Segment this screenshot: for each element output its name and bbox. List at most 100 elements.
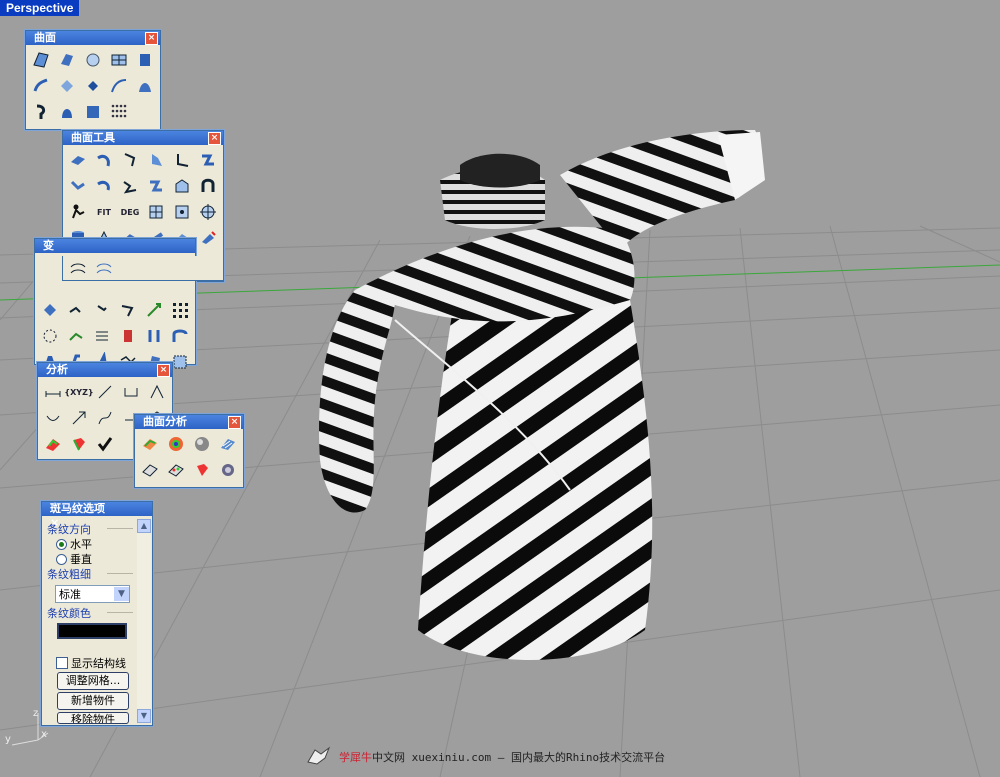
adjust-mesh-button[interactable]: 调整网格... (57, 672, 129, 690)
scroll-up-icon[interactable]: ▲ (137, 519, 151, 533)
extend-surface-icon[interactable] (144, 148, 168, 172)
merge-surface-icon[interactable] (118, 174, 142, 198)
angle-icon[interactable] (145, 380, 169, 404)
sweep2-icon[interactable] (133, 74, 157, 98)
show-structure-checkbox[interactable]: 显示结构线 (56, 655, 126, 671)
length-icon[interactable] (93, 380, 117, 404)
extrude-surface-icon[interactable] (133, 48, 157, 72)
twist-icon[interactable] (142, 324, 166, 348)
revolve-icon[interactable] (29, 100, 53, 124)
thickness-icon[interactable] (190, 458, 214, 482)
rhino-logo-icon (307, 746, 331, 765)
stripe-direction-section: 条纹方向 (47, 521, 135, 537)
transform-toolbar-title[interactable]: 变 (35, 239, 195, 253)
polar-array-icon[interactable] (38, 324, 62, 348)
scroll-down-icon[interactable]: ▼ (137, 709, 151, 723)
chevron-down-icon[interactable]: ▼ (114, 587, 129, 601)
edge-surface-icon[interactable] (55, 48, 79, 72)
point-deviation-icon[interactable] (164, 458, 188, 482)
vertical-radio[interactable]: 垂直 (56, 551, 92, 567)
rotate-icon[interactable] (90, 298, 114, 322)
loft-icon[interactable] (29, 74, 53, 98)
distance-icon[interactable] (41, 380, 65, 404)
connect-surface-icon[interactable] (144, 174, 168, 198)
stripe-thickness-select[interactable]: 标准 ▼ (55, 585, 130, 603)
close-icon[interactable]: × (228, 416, 241, 429)
point-grid-icon[interactable] (107, 100, 131, 124)
analysis-toolbar-title[interactable]: 分析 × (38, 363, 172, 377)
surface-delete-icon[interactable] (196, 226, 220, 250)
color-analysis-icon[interactable] (41, 432, 65, 456)
planar-surface-icon[interactable] (81, 100, 105, 124)
insert-knot-icon[interactable] (144, 200, 168, 224)
grid-surface-icon[interactable] (107, 48, 131, 72)
match-surface-icon[interactable] (196, 148, 220, 172)
zebra-panel-title[interactable]: 斑马纹选项 × (42, 502, 152, 529)
surface-toolbar-title[interactable]: 曲面 × (26, 31, 160, 45)
z-axis-label: z (33, 708, 39, 719)
mirror-icon[interactable] (142, 298, 166, 322)
environment-map-icon[interactable] (190, 432, 214, 456)
check-icon[interactable] (93, 432, 117, 456)
orient-icon[interactable] (64, 324, 88, 348)
remove-knot-icon[interactable] (170, 200, 194, 224)
copy-icon[interactable] (64, 298, 88, 322)
draft-angle-icon[interactable] (164, 432, 188, 456)
scale-icon[interactable] (116, 298, 140, 322)
surface-tools-extra (62, 256, 224, 281)
y-axis-label: y (5, 734, 11, 745)
rebuild-person-icon[interactable] (66, 200, 90, 224)
evaluate-point-button[interactable]: {XYZ} (64, 380, 93, 404)
symmetry-alt-icon[interactable] (92, 257, 116, 281)
move-icon[interactable] (38, 298, 62, 322)
stripe-color-swatch[interactable] (57, 623, 127, 639)
viewport-tab[interactable]: Perspective (0, 0, 80, 16)
fillet-surface-icon[interactable] (66, 148, 90, 172)
surface-analysis-toolbar: 曲面分析 × (134, 414, 244, 488)
surface-analysis-toolbar-title[interactable]: 曲面分析 × (135, 415, 243, 429)
kettle-model (319, 130, 765, 660)
surface-toolbar: 曲面 × (25, 30, 161, 130)
curvature-icon[interactable] (93, 406, 117, 430)
split-edge-icon[interactable] (170, 148, 194, 172)
shrink-surface-icon[interactable] (170, 174, 194, 198)
blend-tool-icon[interactable] (66, 174, 90, 198)
symmetry-icon[interactable] (66, 257, 90, 281)
fit-surface-button[interactable]: FIT (92, 200, 116, 224)
stripe-thickness-section: 条纹粗细 (47, 566, 135, 582)
bend-icon[interactable] (116, 324, 140, 348)
edge-analysis-icon[interactable] (138, 458, 162, 482)
patch-icon[interactable] (81, 74, 105, 98)
zebra-icon[interactable] (216, 432, 240, 456)
horizontal-radio[interactable]: 水平 (56, 536, 92, 552)
array-icon[interactable] (168, 298, 192, 322)
array-curve-icon[interactable] (90, 324, 114, 348)
box-analysis-icon[interactable] (67, 432, 91, 456)
curvature-analysis-icon[interactable] (138, 432, 162, 456)
direction-icon[interactable] (67, 406, 91, 430)
surface-tools-toolbar-title[interactable]: 曲面工具 × (63, 131, 223, 145)
adjust-seam-icon[interactable] (196, 200, 220, 224)
variable-blend-icon[interactable] (92, 174, 116, 198)
close-icon[interactable]: × (208, 132, 221, 145)
offset-surface-icon[interactable] (118, 148, 142, 172)
chamfer-surface-icon[interactable] (92, 148, 116, 172)
radius-icon[interactable] (41, 406, 65, 430)
zebra-panel-scrollbar[interactable]: ▲ ▼ (137, 519, 151, 723)
remove-object-button[interactable]: 移除物件 (57, 712, 129, 724)
add-object-button[interactable]: 新增物件 (57, 692, 129, 710)
taper-icon[interactable] (168, 324, 192, 348)
sweep1-icon[interactable] (107, 74, 131, 98)
sphere-surface-icon[interactable] (81, 48, 105, 72)
flip-normal-icon[interactable] (216, 458, 240, 482)
change-degree-button[interactable]: DEG (118, 200, 142, 224)
stripe-color-section: 条纹颜色 (47, 605, 135, 621)
rail-revolve-icon[interactable] (55, 100, 79, 124)
close-icon[interactable]: × (157, 364, 170, 377)
x-axis-label: x (41, 729, 47, 740)
bounding-box-icon[interactable] (119, 380, 143, 404)
corner-surface-icon[interactable] (29, 48, 53, 72)
blend-surface-icon[interactable] (55, 74, 79, 98)
close-icon[interactable]: × (145, 32, 158, 45)
untrim-icon[interactable] (196, 174, 220, 198)
